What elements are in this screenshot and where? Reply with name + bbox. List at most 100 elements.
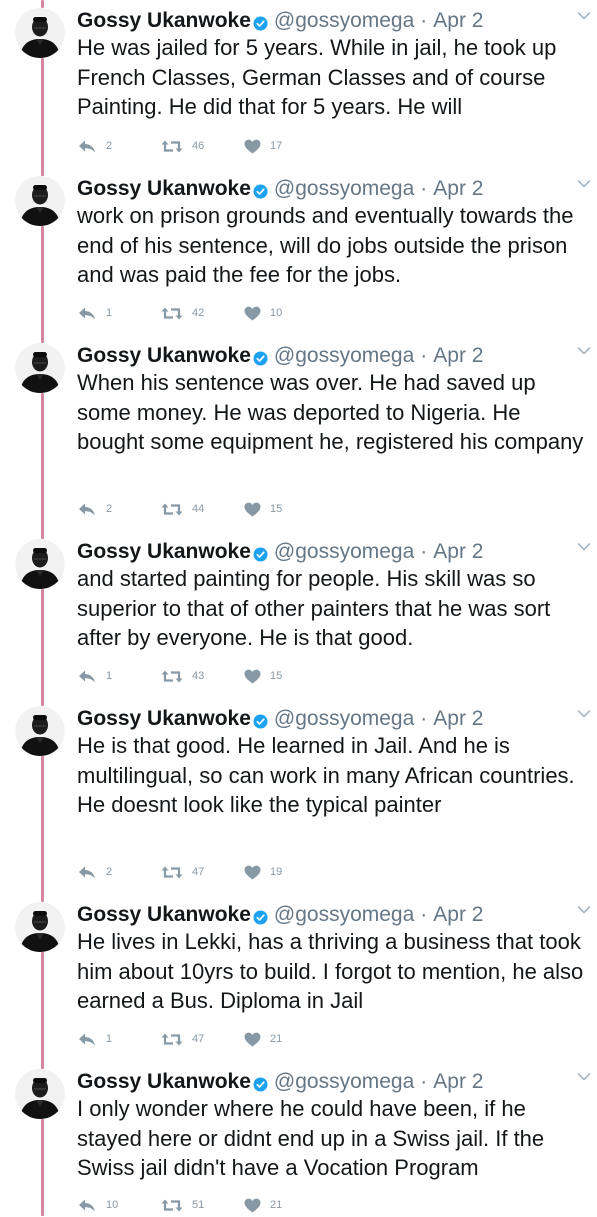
tweet-text: I only wonder where he could have been, … bbox=[77, 1096, 545, 1180]
tweet-text: When his sentence was over. He had saved… bbox=[77, 370, 584, 454]
heart-icon bbox=[244, 139, 261, 154]
reply-icon bbox=[77, 502, 97, 517]
retweet-icon bbox=[161, 669, 183, 684]
reply-button[interactable]: 2 bbox=[77, 865, 161, 880]
avatar[interactable] bbox=[15, 1069, 65, 1119]
retweet-button[interactable]: 43 bbox=[161, 669, 244, 684]
avatar[interactable] bbox=[15, 176, 65, 226]
tweet-actions: 2 46 17 bbox=[77, 136, 304, 156]
retweet-button[interactable]: 44 bbox=[161, 502, 244, 517]
verified-badge-icon bbox=[253, 1076, 268, 1092]
retweet-button[interactable]: 46 bbox=[161, 139, 244, 154]
tweet[interactable]: Gossy Ukanwoke @gossyomega · Apr 2 and s… bbox=[0, 531, 597, 688]
header-separator: · bbox=[420, 903, 428, 926]
header-separator: · bbox=[420, 540, 428, 563]
author-handle[interactable]: @gossyomega bbox=[274, 707, 414, 731]
chevron-down-icon[interactable] bbox=[577, 8, 591, 20]
tweet-text: He lives in Lekki, has a thriving a busi… bbox=[77, 929, 584, 1013]
verified-badge-icon bbox=[253, 350, 268, 366]
reply-count: 2 bbox=[106, 140, 113, 152]
retweet-button[interactable]: 47 bbox=[161, 1032, 244, 1047]
tweet-actions: 10 51 21 bbox=[77, 1195, 304, 1215]
retweet-button[interactable]: 47 bbox=[161, 865, 244, 880]
author-name[interactable]: Gossy Ukanwoke bbox=[77, 540, 251, 564]
tweet-header: Gossy Ukanwoke @gossyomega · Apr 2 bbox=[77, 174, 577, 204]
avatar[interactable] bbox=[15, 539, 65, 589]
retweet-count: 42 bbox=[192, 307, 205, 319]
heart-icon bbox=[244, 865, 261, 880]
author-handle[interactable]: @gossyomega bbox=[274, 1070, 414, 1094]
tweet-actions: 1 42 10 bbox=[77, 303, 304, 323]
like-button[interactable]: 10 bbox=[244, 306, 304, 321]
tweet-actions: 2 44 15 bbox=[77, 499, 304, 519]
verified-badge-icon bbox=[253, 15, 268, 31]
tweet[interactable]: Gossy Ukanwoke @gossyomega · Apr 2 He li… bbox=[0, 894, 597, 1051]
retweet-button[interactable]: 42 bbox=[161, 306, 244, 321]
tweet[interactable]: Gossy Ukanwoke @gossyomega · Apr 2 work … bbox=[0, 168, 597, 325]
like-button[interactable]: 17 bbox=[244, 139, 304, 154]
chevron-down-icon[interactable] bbox=[577, 902, 591, 914]
author-handle[interactable]: @gossyomega bbox=[274, 540, 414, 564]
like-count: 19 bbox=[270, 866, 283, 878]
reply-button[interactable]: 1 bbox=[77, 669, 161, 684]
tweet-date[interactable]: Apr 2 bbox=[433, 707, 483, 731]
avatar[interactable] bbox=[15, 706, 65, 756]
avatar[interactable] bbox=[15, 902, 65, 952]
header-separator: · bbox=[420, 177, 428, 200]
reply-button[interactable]: 2 bbox=[77, 139, 161, 154]
tweet-text: and started painting for people. His ski… bbox=[77, 566, 551, 650]
chevron-down-icon[interactable] bbox=[577, 343, 591, 355]
like-button[interactable]: 21 bbox=[244, 1032, 304, 1047]
tweet-date[interactable]: Apr 2 bbox=[433, 177, 483, 201]
author-name[interactable]: Gossy Ukanwoke bbox=[77, 177, 251, 201]
retweet-icon bbox=[161, 502, 183, 517]
tweet-text: He is that good. He learned in Jail. And… bbox=[77, 733, 575, 817]
author-handle[interactable]: @gossyomega bbox=[274, 903, 414, 927]
retweet-count: 44 bbox=[192, 503, 205, 515]
author-name[interactable]: Gossy Ukanwoke bbox=[77, 344, 251, 368]
author-name[interactable]: Gossy Ukanwoke bbox=[77, 903, 251, 927]
tweet-date[interactable]: Apr 2 bbox=[433, 903, 483, 927]
avatar[interactable] bbox=[15, 8, 65, 58]
retweet-count: 51 bbox=[192, 1199, 205, 1211]
author-handle[interactable]: @gossyomega bbox=[274, 344, 414, 368]
verified-badge-icon bbox=[253, 546, 268, 562]
heart-icon bbox=[244, 669, 261, 684]
reply-button[interactable]: 2 bbox=[77, 502, 161, 517]
author-handle[interactable]: @gossyomega bbox=[274, 9, 414, 33]
reply-count: 1 bbox=[106, 670, 113, 682]
avatar[interactable] bbox=[15, 343, 65, 393]
reply-button[interactable]: 1 bbox=[77, 1032, 161, 1047]
like-count: 10 bbox=[270, 307, 283, 319]
author-name[interactable]: Gossy Ukanwoke bbox=[77, 707, 251, 731]
chevron-down-icon[interactable] bbox=[577, 1069, 591, 1081]
like-button[interactable]: 21 bbox=[244, 1198, 304, 1213]
tweet-date[interactable]: Apr 2 bbox=[433, 344, 483, 368]
retweet-icon bbox=[161, 139, 183, 154]
tweet[interactable]: Gossy Ukanwoke @gossyomega · Apr 2 I onl… bbox=[0, 1061, 597, 1217]
tweet[interactable]: Gossy Ukanwoke @gossyomega · Apr 2 He is… bbox=[0, 698, 597, 884]
tweet-date[interactable]: Apr 2 bbox=[433, 1070, 483, 1094]
like-button[interactable]: 19 bbox=[244, 865, 304, 880]
reply-button[interactable]: 1 bbox=[77, 306, 161, 321]
heart-icon bbox=[244, 1032, 261, 1047]
tweet-date[interactable]: Apr 2 bbox=[433, 9, 483, 33]
author-handle[interactable]: @gossyomega bbox=[274, 177, 414, 201]
tweet-text: He was jailed for 5 years. While in jail… bbox=[77, 35, 557, 119]
reply-icon bbox=[77, 865, 97, 880]
chevron-down-icon[interactable] bbox=[577, 176, 591, 188]
like-button[interactable]: 15 bbox=[244, 669, 304, 684]
tweet-date[interactable]: Apr 2 bbox=[433, 540, 483, 564]
tweet[interactable]: Gossy Ukanwoke @gossyomega · Apr 2 When … bbox=[0, 335, 597, 521]
retweet-count: 47 bbox=[192, 866, 205, 878]
retweet-button[interactable]: 51 bbox=[161, 1198, 244, 1213]
reply-button[interactable]: 10 bbox=[77, 1198, 161, 1213]
chevron-down-icon[interactable] bbox=[577, 706, 591, 718]
author-name[interactable]: Gossy Ukanwoke bbox=[77, 1070, 251, 1094]
reply-count: 10 bbox=[106, 1199, 119, 1211]
like-button[interactable]: 15 bbox=[244, 502, 304, 517]
chevron-down-icon[interactable] bbox=[577, 539, 591, 551]
tweet[interactable]: Gossy Ukanwoke @gossyomega · Apr 2 He wa… bbox=[0, 0, 597, 158]
header-separator: · bbox=[420, 344, 428, 367]
author-name[interactable]: Gossy Ukanwoke bbox=[77, 9, 251, 33]
